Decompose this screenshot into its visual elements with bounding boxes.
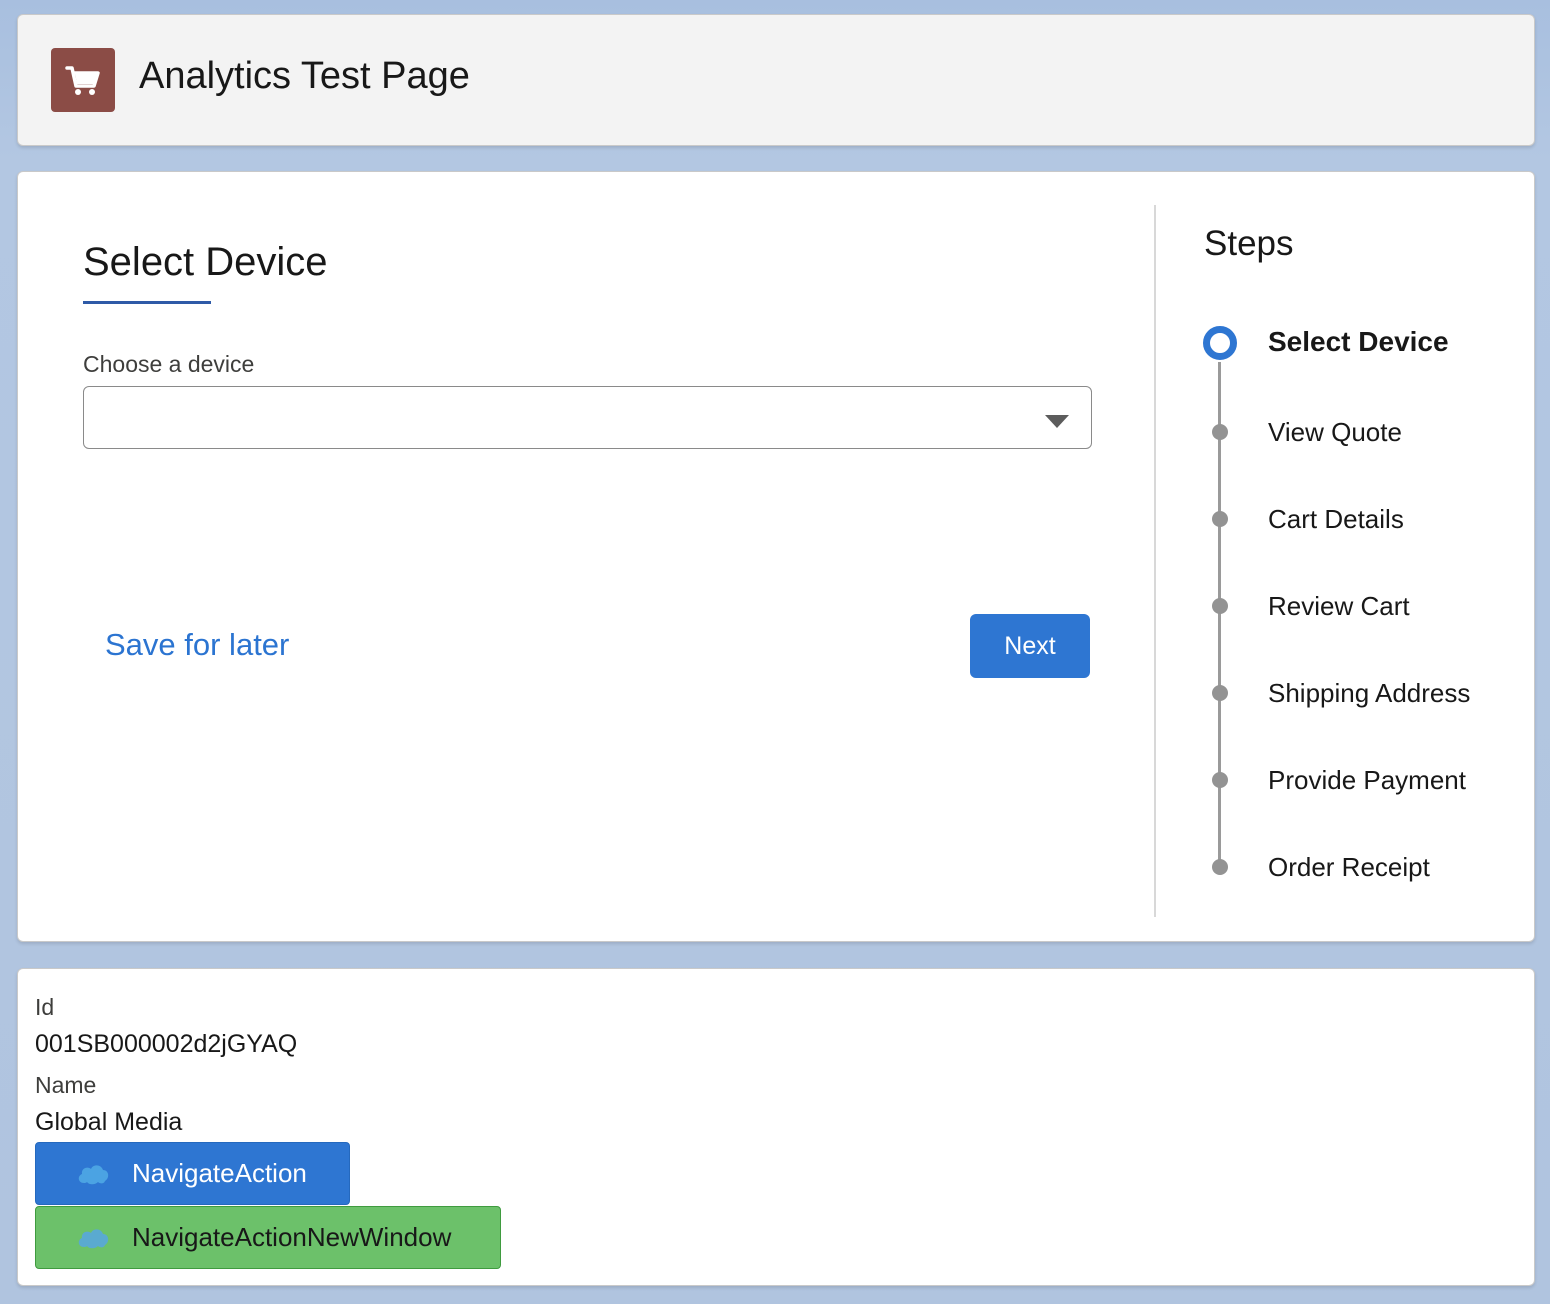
step-dot-icon [1212, 424, 1228, 440]
next-button[interactable]: Next [970, 614, 1090, 678]
step-view-quote: View Quote [1199, 412, 1519, 452]
page-title: Analytics Test Page [139, 55, 470, 97]
device-select[interactable] [83, 386, 1092, 449]
id-label: Id [35, 994, 55, 1020]
save-for-later-link[interactable]: Save for later [105, 627, 289, 663]
step-label: View Quote [1268, 417, 1402, 447]
title-underline [83, 301, 211, 304]
step-shipping-address: Shipping Address [1199, 673, 1519, 713]
chevron-down-icon [1045, 415, 1069, 428]
screen-title: Select Device [83, 240, 328, 284]
step-order-receipt: Order Receipt [1199, 847, 1519, 887]
flow-card: Select Device Choose a device Save for l… [17, 171, 1535, 942]
name-value: Global Media [35, 1108, 183, 1136]
step-dot-icon [1212, 859, 1228, 875]
step-label: Provide Payment [1268, 765, 1466, 795]
name-label: Name [35, 1072, 97, 1098]
navigate-action-new-window-label: NavigateActionNewWindow [132, 1222, 452, 1252]
record-card: Id 001SB000002d2jGYAQ Name Global Media … [17, 968, 1535, 1286]
step-select-device: Select Device [1199, 323, 1519, 363]
navigate-action-new-window-button[interactable]: NavigateActionNewWindow [35, 1206, 501, 1269]
page-header: Analytics Test Page [17, 14, 1535, 146]
step-provide-payment: Provide Payment [1199, 760, 1519, 800]
shopping-cart-icon [51, 48, 115, 112]
device-field-label: Choose a device [83, 351, 255, 377]
step-label: Cart Details [1268, 504, 1404, 534]
step-cart-details: Cart Details [1199, 499, 1519, 539]
vertical-divider [1154, 205, 1156, 917]
salesforce-cloud-icon [78, 1228, 109, 1248]
step-label: Select Device [1268, 326, 1449, 357]
step-review-cart: Review Cart [1199, 586, 1519, 626]
navigate-action-button[interactable]: NavigateAction [35, 1142, 350, 1205]
step-label: Shipping Address [1268, 678, 1471, 708]
step-label: Review Cart [1268, 591, 1410, 621]
step-label: Order Receipt [1268, 852, 1430, 882]
step-active-indicator-icon [1203, 326, 1237, 360]
step-dot-icon [1212, 598, 1228, 614]
navigate-action-label: NavigateAction [132, 1158, 307, 1188]
steps-title: Steps [1204, 224, 1294, 263]
step-dot-icon [1212, 772, 1228, 788]
id-value: 001SB000002d2jGYAQ [35, 1030, 298, 1058]
step-dot-icon [1212, 511, 1228, 527]
salesforce-cloud-icon [78, 1164, 109, 1184]
step-dot-icon [1212, 685, 1228, 701]
